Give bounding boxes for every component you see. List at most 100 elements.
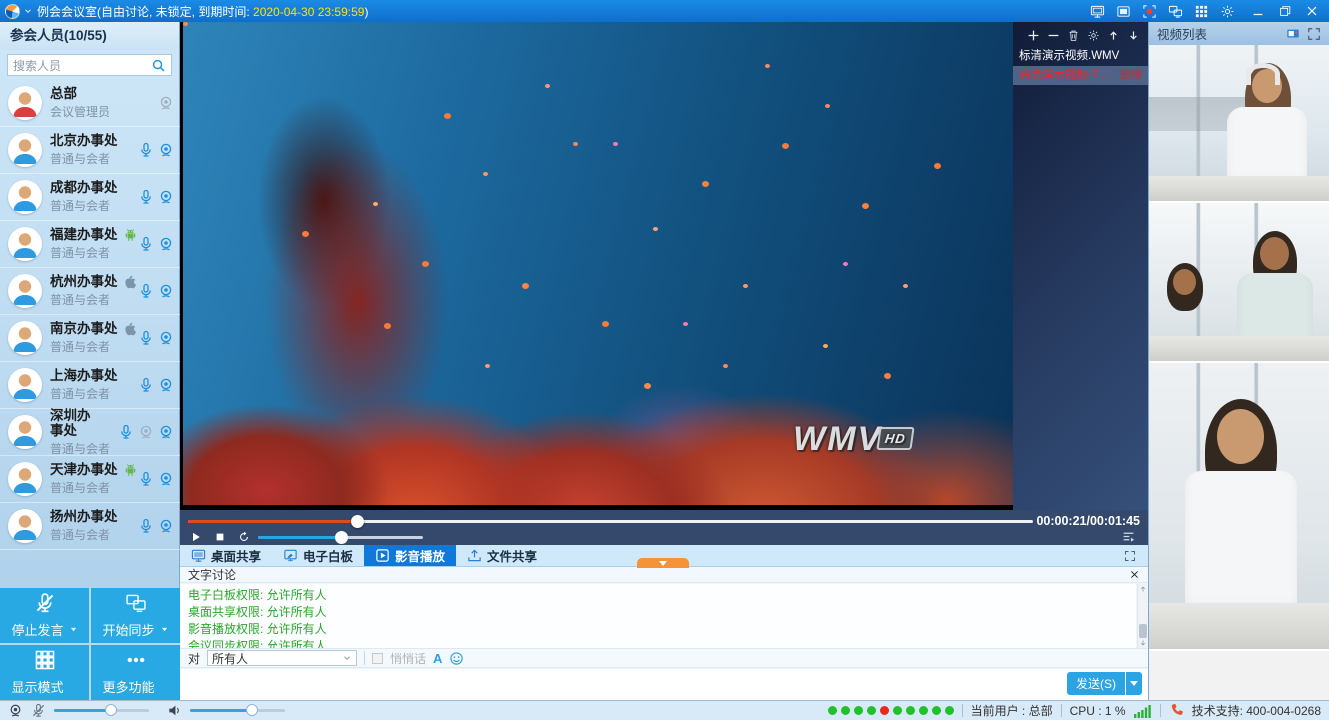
action-button[interactable]: 更多功能 [91,645,180,700]
video-list-panel: 视频列表 [1148,22,1329,700]
participant-row[interactable]: 深圳办事处 普通与会者 [0,409,180,456]
webcam-icon[interactable] [158,283,174,299]
play-button[interactable] [190,531,202,543]
minus-icon[interactable] [1047,29,1060,42]
playlist-toggle-icon[interactable] [1121,530,1136,543]
mic-icon[interactable] [138,142,154,158]
webcam-icon[interactable] [158,189,174,205]
record-icon[interactable] [1142,4,1157,19]
mic-icon[interactable] [138,518,154,534]
action-button[interactable]: 显示模式 [0,645,89,700]
whisper-checkbox[interactable] [372,653,383,664]
participant-row[interactable]: 南京办事处 普通与会者 [0,315,180,362]
scroll-thumb[interactable] [1139,624,1147,638]
search-input[interactable]: 搜索人员 [7,54,172,76]
mic-muted-icon[interactable] [31,703,46,718]
replay-button[interactable] [238,531,250,543]
video-stage: WMVHD 标清演示视频.WMV 高清演示视频-720P.wmv [180,22,1148,510]
emoji-icon[interactable] [449,651,464,666]
mic-icon[interactable] [138,330,154,346]
action-button[interactable]: 开始同步 [91,588,180,643]
tab[interactable]: 文件共享 [456,545,548,566]
participant-role: 普通与会者 [50,197,138,214]
current-user: 当前用户 : 总部 [971,702,1053,719]
mic-icon[interactable] [138,471,154,487]
webcam-icon[interactable] [158,424,174,440]
video-thumbnail[interactable] [1149,363,1329,651]
scroll-down-icon[interactable] [1139,639,1147,647]
participant-row[interactable]: 北京办事处 普通与会者 [0,127,180,174]
font-button[interactable]: A [433,651,442,666]
participant-row[interactable]: 杭州办事处 普通与会者 [0,268,180,315]
participant-row[interactable]: 成都办事处 普通与会者 [0,174,180,221]
volume-thumb[interactable] [335,531,348,544]
mic-icon[interactable] [118,424,134,440]
expand-icon[interactable] [1307,27,1321,41]
close-icon[interactable] [1129,569,1140,580]
participant-row[interactable]: 上海办事处 普通与会者 [0,362,180,409]
tab[interactable]: 影音播放 [364,545,456,566]
tab[interactable]: 电子白板 [272,545,364,566]
volume-slider[interactable] [258,536,423,539]
playlist-item[interactable]: 标清演示视频.WMV [1013,47,1148,66]
mic-icon[interactable] [138,377,154,393]
window-icon[interactable] [1116,4,1131,19]
android-icon [123,462,138,477]
send-options-arrow[interactable] [1126,672,1142,695]
delete-link[interactable]: 删除 [1120,66,1142,85]
video-thumbnail[interactable] [1149,203,1329,363]
video-thumbnail[interactable] [1149,45,1329,203]
participant-row[interactable]: 扬州办事处 普通与会者 [0,503,180,550]
participant-row[interactable]: 福建办事处 普通与会者 [0,221,180,268]
trash-icon[interactable] [1067,29,1080,42]
webcam-gray-icon[interactable] [158,95,174,111]
to-label: 对 [188,650,200,667]
speaker-volume-slider[interactable] [190,709,285,712]
webcam-icon[interactable] [158,471,174,487]
webcam-gray-icon[interactable] [138,424,154,440]
collapse-handle[interactable] [637,558,689,568]
gear-icon[interactable] [1220,4,1235,19]
chat-scrollbar[interactable] [1137,584,1147,648]
expand-icon[interactable] [1124,550,1136,562]
send-button[interactable]: 发送(S) [1067,672,1142,695]
gear-icon[interactable] [1087,29,1100,42]
mic-icon[interactable] [138,189,154,205]
video-fish-detail [183,22,188,26]
restore-icon[interactable] [1278,4,1292,18]
screen-layout-icon[interactable] [1286,27,1300,41]
webcam-icon[interactable] [158,330,174,346]
scroll-up-icon[interactable] [1139,585,1147,593]
search-icon[interactable] [151,58,166,73]
speaker-icon[interactable] [167,703,182,718]
seek-thumb[interactable] [351,515,364,528]
playing-video[interactable]: WMVHD [183,22,1013,505]
recipient-select[interactable]: 所有人 [207,650,357,666]
message-input[interactable]: 发送(S) [180,669,1148,700]
chevron-down-icon [342,653,352,663]
chevron-down-icon[interactable] [23,6,33,16]
close-icon[interactable] [1305,4,1319,18]
arrow-up-icon[interactable] [1107,29,1120,42]
minimize-icon[interactable] [1251,4,1265,18]
mic-icon[interactable] [138,283,154,299]
plus-icon[interactable] [1027,29,1040,42]
action-button[interactable]: 停止发言 [0,588,89,643]
arrow-down-icon[interactable] [1127,29,1140,42]
webcam-icon[interactable] [158,377,174,393]
grid-dots-icon[interactable] [1194,4,1209,19]
stop-button[interactable] [214,531,226,543]
seek-bar[interactable] [188,520,1033,523]
webcam-icon[interactable] [158,142,174,158]
webcam-icon[interactable] [158,518,174,534]
mic-icon[interactable] [138,236,154,252]
monitor-icon[interactable] [1090,4,1105,19]
webcam-icon[interactable] [8,703,23,718]
participant-row[interactable]: 天津办事处 普通与会者 [0,456,180,503]
mic-volume-slider[interactable] [54,709,149,712]
participant-row[interactable]: 总部 会议管理员 [0,80,180,127]
playlist-item[interactable]: 高清演示视频-720P.wmv 删除 [1013,66,1148,85]
sync-screens-icon[interactable] [1168,4,1183,19]
webcam-icon[interactable] [158,236,174,252]
tab[interactable]: 桌面共享 [180,545,272,566]
